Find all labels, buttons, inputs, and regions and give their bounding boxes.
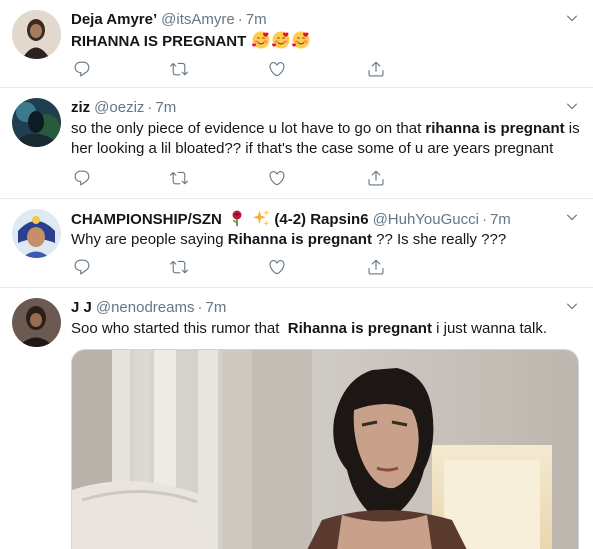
user-handle[interactable]: @HuhYouGucci	[373, 211, 479, 228]
chevron-down-icon[interactable]	[565, 99, 579, 113]
tweet-actions	[71, 58, 401, 80]
retweet-icon	[170, 60, 188, 78]
separator-dot: ·	[237, 11, 243, 28]
like-button[interactable]	[266, 167, 288, 189]
separator-dot: ·	[481, 211, 487, 228]
tweet-text: Soo who started this rumor that Rihanna …	[71, 319, 581, 339]
reply-button[interactable]	[71, 167, 93, 189]
share-icon	[367, 258, 385, 276]
reply-button[interactable]	[71, 256, 93, 278]
sparkles-icon	[252, 209, 270, 227]
highlighted-phrase: rihanna is pregnant	[425, 120, 565, 137]
tweet-text: Why are people saying Rihanna is pregnan…	[71, 230, 581, 250]
retweet-icon	[170, 258, 188, 276]
user-handle[interactable]: @itsAmyre	[161, 11, 235, 28]
tweet-actions	[71, 167, 401, 189]
chevron-down-icon[interactable]	[565, 11, 579, 25]
display-name[interactable]: CHAMPIONSHIP/SZN	[71, 211, 222, 228]
rose-icon	[232, 210, 242, 227]
share-icon	[367, 60, 385, 78]
tweet-text-before: Soo who started this rumor that	[71, 320, 288, 337]
reply-icon	[73, 60, 91, 78]
display-name[interactable]: ziz	[71, 99, 90, 116]
display-name[interactable]: J J	[71, 299, 92, 316]
chevron-down-icon[interactable]	[565, 299, 579, 313]
tweet-text-before: Why are people saying	[71, 231, 228, 248]
tweet-3[interactable]: CHAMPIONSHIP/SZN (4-2) Rapsin6 @HuhYouGuc…	[0, 199, 593, 288]
reply-button[interactable]	[71, 58, 93, 80]
like-icon	[268, 169, 286, 187]
highlighted-phrase: Rihanna is pregnant	[287, 320, 432, 337]
share-icon	[367, 169, 385, 187]
retweet-icon	[170, 169, 188, 187]
chevron-down-icon[interactable]	[565, 210, 579, 224]
like-icon	[268, 258, 286, 276]
smiling-face-with-hearts-icon	[252, 31, 270, 49]
reply-icon	[73, 169, 91, 187]
tweet-text-main: RIHANNA IS PREGNANT	[71, 33, 247, 50]
user-handle[interactable]: @nenodreams	[96, 299, 195, 316]
separator-dot: ·	[197, 299, 203, 316]
share-button[interactable]	[365, 256, 387, 278]
tweet-text: RIHANNA IS PREGNANT	[71, 31, 581, 52]
retweet-button[interactable]	[168, 256, 190, 278]
retweet-button[interactable]	[168, 58, 190, 80]
display-name[interactable]: Deja Amyre’	[71, 11, 157, 28]
like-button[interactable]	[266, 256, 288, 278]
share-button[interactable]	[365, 58, 387, 80]
share-button[interactable]	[365, 167, 387, 189]
tweet-text-before: so the only piece of evidence u lot have…	[71, 120, 426, 137]
reply-icon	[73, 258, 91, 276]
tweet-2[interactable]: ziz @oeziz · 7m so the only piece of eviden…	[0, 88, 593, 199]
video-frame-image	[72, 350, 578, 549]
highlighted-phrase: Rihanna is pregnant	[227, 231, 372, 248]
separator-dot: ·	[147, 99, 153, 116]
tweet-1[interactable]: Deja Amyre’ @itsAmyre · 7m RIHANNA IS PREGN…	[0, 0, 593, 88]
avatar[interactable]	[12, 298, 61, 347]
user-handle[interactable]: @oeziz	[94, 99, 144, 116]
tweet-actions	[71, 256, 401, 278]
avatar[interactable]	[12, 209, 61, 258]
timestamp[interactable]: 7m	[205, 299, 226, 316]
retweet-button[interactable]	[168, 167, 190, 189]
tweet-text-after: i just wanna talk.	[431, 320, 548, 337]
smiling-face-with-hearts-icon	[272, 31, 290, 49]
timestamp[interactable]: 7m	[246, 11, 267, 28]
like-button[interactable]	[266, 58, 288, 80]
timestamp[interactable]: 7m	[155, 99, 176, 116]
like-icon	[268, 60, 286, 78]
timestamp[interactable]: 7m	[490, 211, 511, 228]
avatar[interactable]	[12, 10, 61, 59]
avatar[interactable]	[12, 98, 61, 147]
smiling-face-with-hearts-icon	[292, 31, 310, 49]
tweet-media-video[interactable]	[71, 349, 579, 549]
tweet-text: so the only piece of evidence u lot have…	[71, 119, 581, 159]
display-name-suffix[interactable]: (4-2) Rapsin6	[274, 211, 368, 228]
tweet-text-after: ?? Is she really ???	[371, 231, 507, 248]
